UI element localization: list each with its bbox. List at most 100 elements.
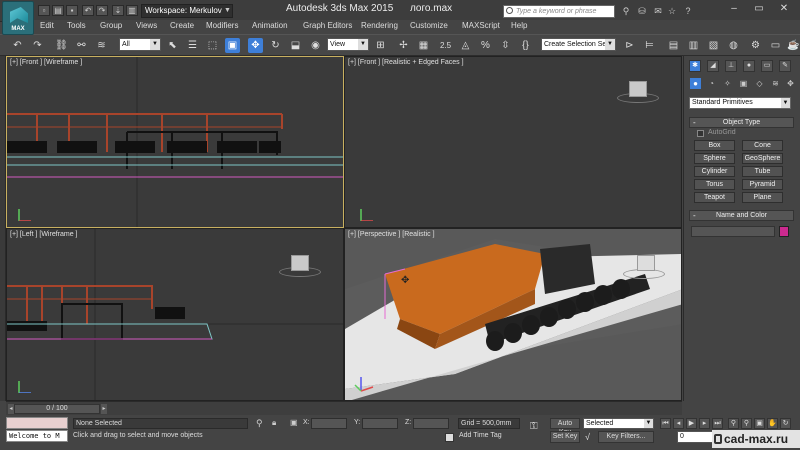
edit-named-selection-icon[interactable]: {} [518, 38, 533, 53]
hierarchy-tab-icon[interactable]: ⊥ [725, 60, 737, 72]
select-and-move-icon[interactable]: ✥ [248, 38, 263, 53]
select-place-icon[interactable]: ◉ [308, 38, 323, 53]
bind-space-warp-icon[interactable]: ≋ [94, 38, 109, 53]
material-editor-icon[interactable]: ◍ [726, 38, 741, 53]
sphere-button[interactable]: Sphere [694, 153, 735, 164]
menu-animation[interactable]: Animation [252, 21, 288, 30]
subscription-icon[interactable]: ⛁ [636, 5, 648, 17]
render-setup-icon[interactable]: ⚙ [748, 38, 763, 53]
pyramid-button[interactable]: Pyramid [742, 179, 783, 190]
viewcube-icon[interactable] [637, 255, 655, 271]
time-tag-icon[interactable] [445, 433, 454, 442]
rectangular-selection-icon[interactable]: ⬚ [205, 38, 220, 53]
x-coordinate-field[interactable] [311, 418, 347, 429]
viewport-perspective-realistic[interactable]: [+] [Perspective ] [Realistic ] ✥ [344, 228, 682, 401]
select-and-scale-icon[interactable]: ⬓ [288, 38, 303, 53]
helpers-icon[interactable]: ◇ [754, 78, 765, 89]
lock-icon[interactable]: 🔒︎ [272, 418, 276, 428]
undo-icon[interactable]: ↶ [82, 5, 94, 16]
play-icon[interactable]: ▶ [686, 418, 697, 429]
chevron-down-icon[interactable]: ▼ [222, 4, 233, 18]
keyboard-shortcut-icon[interactable]: ▦ [416, 38, 431, 53]
maxscript-listener-pink[interactable] [6, 417, 68, 429]
viewport-label[interactable]: [+] [Front ] [Realistic + Edged Faces ] [348, 59, 464, 66]
new-file-icon[interactable]: ▫ [38, 5, 50, 16]
menu-group[interactable]: Group [100, 21, 122, 30]
snaps-toggle-icon[interactable]: 2.5 [438, 38, 453, 53]
maxscript-listener[interactable]: Welcome to M [6, 430, 68, 442]
viewport-left-wireframe[interactable]: [+] [Left ] [Wireframe ] [6, 228, 344, 401]
name-and-color-rollout[interactable]: - Name and Color [689, 210, 794, 221]
viewport-front-realistic[interactable]: [+] [Front ] [Realistic + Edged Faces ] [344, 56, 682, 228]
cone-button[interactable]: Cone [742, 140, 783, 151]
menu-tools[interactable]: Tools [67, 21, 86, 30]
time-slider-next-icon[interactable]: ▸ [101, 404, 107, 414]
hold-icon[interactable]: ⇣ [112, 5, 124, 16]
torus-button[interactable]: Torus [694, 179, 735, 190]
previous-frame-icon[interactable]: ◂ [673, 418, 684, 429]
autogrid-checkbox[interactable] [697, 130, 704, 137]
auto-key-button[interactable]: Auto Key [550, 418, 580, 436]
y-coordinate-field[interactable] [362, 418, 398, 429]
zoom-icon[interactable]: ⚲ [728, 418, 739, 429]
key-filters-button[interactable]: Key Filters... [598, 431, 654, 443]
layer-manager-icon[interactable]: ▤ [666, 38, 681, 53]
key-tangent-icon[interactable]: √ [585, 432, 590, 442]
time-slider-thumb[interactable]: 0 / 100 [14, 404, 100, 414]
zoom-all-icon[interactable]: ⚲ [741, 418, 752, 429]
tube-button[interactable]: Tube [742, 166, 783, 177]
favorites-icon[interactable]: ☆ [666, 5, 678, 17]
cameras-icon[interactable]: ▣ [738, 78, 749, 89]
set-key-button[interactable]: Set Key [550, 431, 580, 443]
communication-icon[interactable]: ✉ [652, 5, 664, 17]
display-tab-icon[interactable]: ▭ [761, 60, 773, 72]
redo-icon[interactable]: ↷ [96, 5, 108, 16]
manipulate-icon[interactable]: ✢ [396, 38, 411, 53]
space-warps-icon[interactable]: ≋ [770, 78, 781, 89]
menu-graph-editors[interactable]: Graph Editors [303, 21, 352, 30]
undo-icon[interactable]: ↶ [10, 38, 25, 53]
open-file-icon[interactable]: ▤ [52, 5, 64, 16]
menu-views[interactable]: Views [136, 21, 157, 30]
add-time-tag[interactable]: Add Time Tag [459, 432, 502, 439]
search-input[interactable]: Type a keyword or phrase [503, 5, 615, 18]
geometry-icon[interactable]: ● [690, 78, 701, 89]
minimize-button[interactable]: – [723, 1, 745, 18]
create-tab-icon[interactable]: ✱ [689, 60, 701, 72]
object-name-field[interactable] [691, 226, 775, 237]
align-icon[interactable]: ⊨ [642, 38, 657, 53]
object-color-swatch[interactable] [779, 226, 789, 237]
primitive-type-dropdown[interactable]: Standard Primitives ▼ [689, 97, 791, 109]
render-icon[interactable]: ☕ [786, 38, 800, 53]
geosphere-button[interactable]: GeoSphere [742, 153, 783, 164]
teapot-button[interactable]: Teapot [694, 192, 735, 203]
box-button[interactable]: Box [694, 140, 735, 151]
key-mode-dropdown[interactable]: Selected ▼ [583, 418, 654, 429]
scene-explorer-icon[interactable]: ▥ [686, 38, 701, 53]
z-coordinate-field[interactable] [413, 418, 449, 429]
named-selection-set-dropdown[interactable]: Create Selection Se ▼ [541, 38, 616, 51]
utilities-tab-icon[interactable]: ✎ [779, 60, 791, 72]
next-frame-icon[interactable]: ▸ [699, 418, 710, 429]
select-and-rotate-icon[interactable]: ↻ [268, 38, 283, 53]
project-folder-icon[interactable]: ▥ [126, 5, 138, 16]
maximize-button[interactable]: ▭ [748, 1, 770, 18]
percent-snap-icon[interactable]: % [478, 38, 493, 53]
workspace-dropdown[interactable]: Workspace: Merkulov [141, 4, 233, 18]
app-logo-button[interactable]: MAX [2, 1, 34, 35]
pivot-center-icon[interactable]: ⊞ [373, 38, 388, 53]
help-icon[interactable]: ? [682, 5, 694, 17]
binoculars-icon[interactable]: ⚲ [620, 5, 632, 17]
viewcube-icon[interactable] [291, 255, 309, 271]
curve-editor-icon[interactable]: ▧ [706, 38, 721, 53]
menu-create[interactable]: Create [170, 21, 194, 30]
viewport-front-wireframe[interactable]: [+] [Front ] [Wireframe ] [6, 56, 344, 228]
go-to-end-icon[interactable]: ⏭ [712, 418, 723, 429]
rendered-frame-window-icon[interactable]: ▭ [768, 38, 783, 53]
mirror-icon[interactable]: ⊳ [622, 38, 637, 53]
menu-maxscript[interactable]: MAXScript [462, 21, 500, 30]
select-by-name-icon[interactable]: ☰ [185, 38, 200, 53]
cylinder-button[interactable]: Cylinder [694, 166, 735, 177]
unlink-icon[interactable]: ⚯ [74, 38, 89, 53]
systems-icon[interactable]: ✥ [785, 78, 796, 89]
